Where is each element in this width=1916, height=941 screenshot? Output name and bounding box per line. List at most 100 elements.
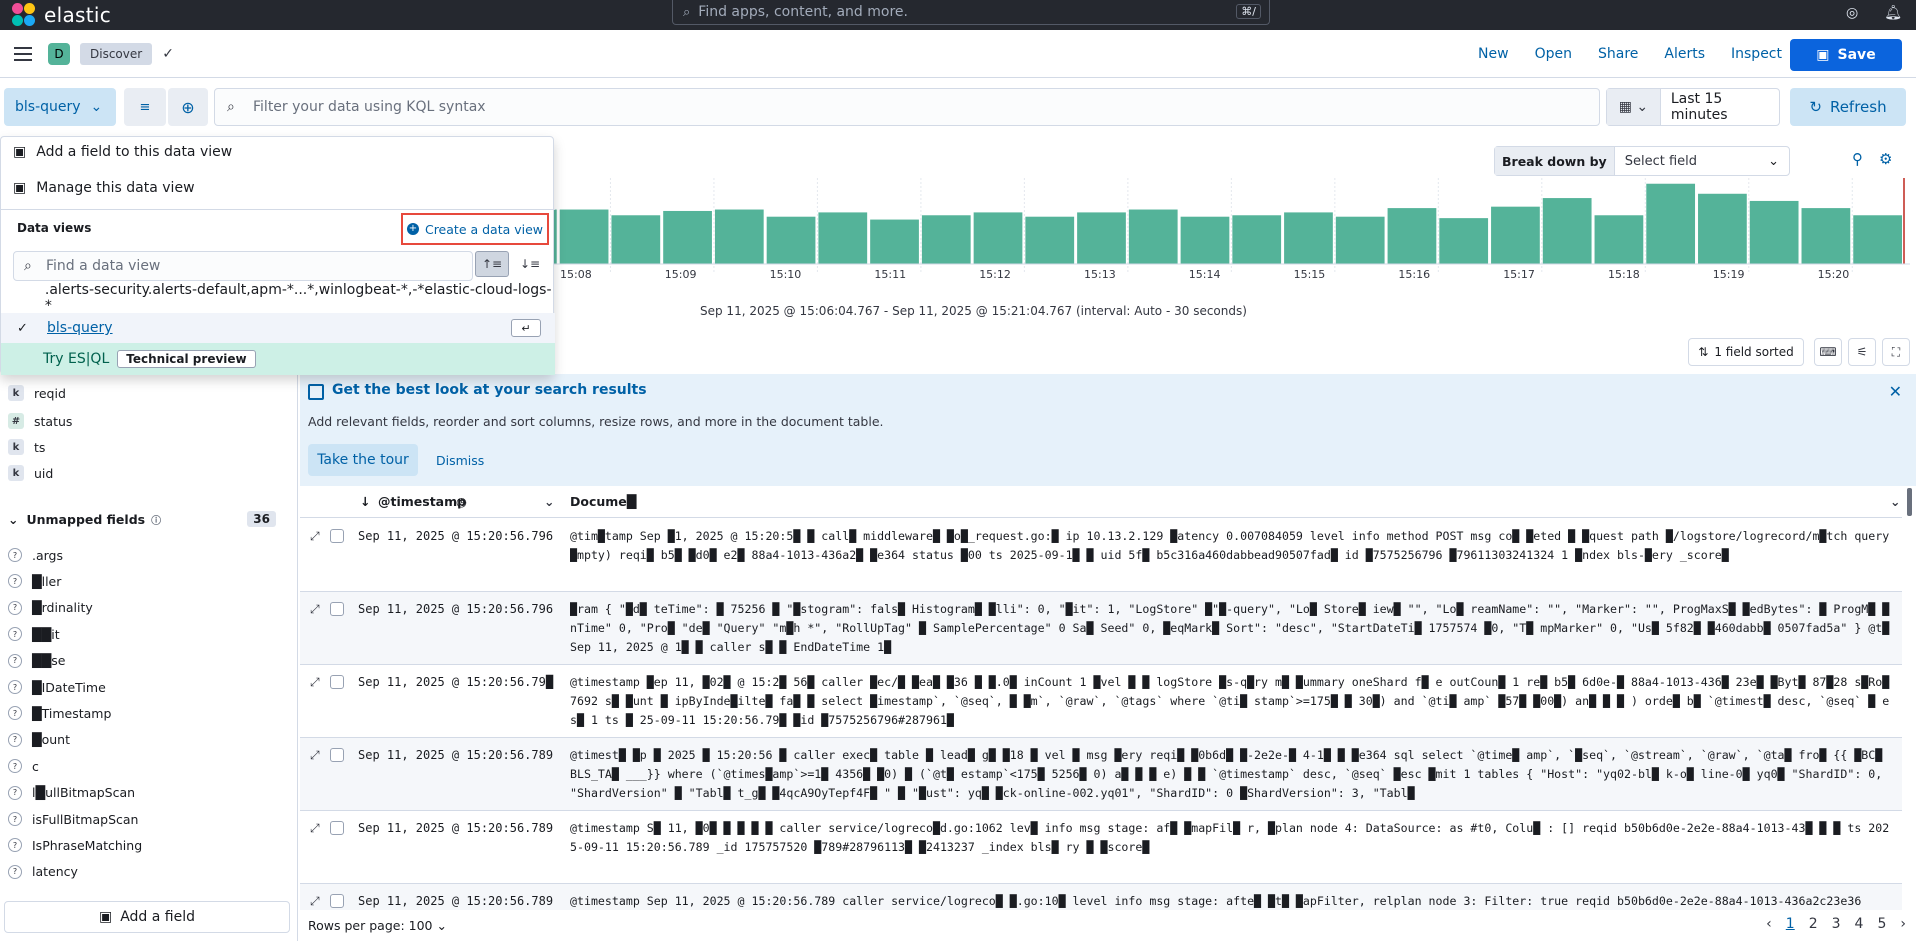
dismiss-button[interactable]: Dismiss	[436, 444, 484, 476]
histogram-bar[interactable]	[1542, 198, 1592, 264]
histogram-bar[interactable]	[663, 210, 712, 264]
keyboard-icon[interactable]: ⌨	[1814, 338, 1842, 366]
unmapped-field-item[interactable]: ? ██se	[8, 650, 65, 672]
column-header-timestamp[interactable]: @timestamp	[378, 494, 466, 509]
histogram-bar[interactable]	[611, 215, 661, 264]
try-esql-option[interactable]: Try ES|QL Technical preview	[1, 343, 555, 375]
field-item[interactable]: k ts	[8, 436, 45, 458]
sort-descending-icon[interactable]: ↓≡	[513, 251, 547, 277]
unmapped-field-item[interactable]: ? █ller	[8, 570, 61, 592]
histogram-bar[interactable]	[1335, 216, 1385, 264]
field-item[interactable]: # status	[8, 410, 72, 432]
unmapped-field-item[interactable]: ? ██it	[8, 623, 60, 645]
global-search-input[interactable]: ⌕ Find apps, content, and more. ⌘/	[672, 0, 1270, 25]
find-data-view-input[interactable]: ⌕ Find a data view	[13, 251, 473, 281]
histogram-bar[interactable]	[1180, 216, 1230, 264]
page-3[interactable]: 3	[1832, 916, 1841, 932]
open-button[interactable]: Open	[1535, 46, 1572, 62]
histogram-bar[interactable]	[766, 216, 816, 264]
alerts-button[interactable]: Alerts	[1664, 46, 1705, 62]
page-5[interactable]: 5	[1877, 916, 1886, 932]
unmapped-field-item[interactable]: ? IsPhraseMatching	[8, 834, 142, 856]
histogram-bar[interactable]	[870, 219, 919, 264]
chevron-down-icon[interactable]: ⌄	[1890, 494, 1900, 509]
histogram-bar[interactable]	[1749, 200, 1799, 264]
space-avatar[interactable]: D	[48, 42, 70, 65]
field-item[interactable]: k uid	[8, 462, 53, 484]
histogram-bar[interactable]	[1128, 209, 1178, 264]
chevron-down-icon[interactable]: ⌄	[544, 494, 554, 509]
expand-icon[interactable]: ⤢	[310, 675, 320, 690]
expand-icon[interactable]: ⤢	[310, 748, 320, 763]
elastic-logo[interactable]: elastic	[12, 3, 111, 27]
page-1[interactable]: 1	[1786, 916, 1795, 932]
expand-icon[interactable]: ⤢	[310, 529, 320, 544]
next-page-icon[interactable]: ›	[1900, 916, 1906, 932]
histogram-bar[interactable]	[1439, 218, 1489, 264]
expand-icon[interactable]: ⤢	[310, 602, 320, 617]
display-settings-icon[interactable]: ⚟	[1848, 338, 1876, 366]
inspect-button[interactable]: Inspect	[1731, 46, 1782, 62]
expand-icon[interactable]: ⤢	[310, 821, 320, 836]
date-picker[interactable]: ▦ ⌄ Last 15 minutes	[1606, 88, 1780, 126]
notifications-icon[interactable]: 🔔︎	[1884, 5, 1902, 21]
add-field-menu-item[interactable]: ▣ Add a field to this data view	[13, 141, 232, 163]
create-data-view-button[interactable]: + Create a data view	[401, 213, 549, 245]
table-row[interactable]: ⤢ Sep 11, 2025 @ 15:20:56.789 @timestamp S…	[300, 884, 1902, 910]
row-checkbox[interactable]	[330, 894, 344, 908]
add-field-button[interactable]: ▣ Add a field	[4, 901, 290, 933]
row-checkbox[interactable]	[330, 821, 344, 835]
fullscreen-icon[interactable]: ⛶	[1882, 338, 1910, 366]
add-filter-button[interactable]: ⊕	[168, 88, 208, 126]
row-checkbox[interactable]	[330, 529, 344, 543]
calendar-icon[interactable]: ▦ ⌄	[1607, 89, 1661, 125]
page-2[interactable]: 2	[1809, 916, 1818, 932]
save-button[interactable]: ▣ Save	[1790, 39, 1902, 71]
chart-options-icon[interactable]: ⚲	[1852, 150, 1863, 168]
row-checkbox[interactable]	[330, 748, 344, 762]
help-icon[interactable]: ◎	[1846, 5, 1858, 21]
unmapped-field-item[interactable]: ? █Timestamp	[8, 702, 111, 724]
unmapped-field-item[interactable]: ? .args	[8, 544, 63, 566]
histogram-bar[interactable]	[973, 212, 1023, 264]
data-view-picker[interactable]: bls-query ⌄	[4, 88, 116, 126]
filter-menu-button[interactable]: ≡	[124, 88, 166, 126]
field-item[interactable]: k reqid	[8, 382, 66, 404]
unmapped-field-item[interactable]: ? isFullBitmapScan	[8, 808, 138, 830]
table-row[interactable]: ⤢ Sep 11, 2025 @ 15:20:56.789 @timestamp S…	[300, 811, 1902, 884]
unmapped-fields-header[interactable]: ⌄ Unmapped fields ⓘ 36	[8, 508, 276, 530]
histogram-bar[interactable]	[1646, 183, 1696, 264]
histogram-bar[interactable]	[1491, 206, 1540, 264]
histogram-bar[interactable]	[921, 215, 971, 264]
data-view-option[interactable]: .alerts-security.alerts-default,apm-*...…	[1, 282, 555, 314]
page-4[interactable]: 4	[1855, 916, 1864, 932]
histogram-bar[interactable]	[818, 212, 868, 264]
rows-per-page-select[interactable]: Rows per page: 100 ⌄	[308, 918, 447, 933]
histogram-bar[interactable]	[559, 209, 609, 264]
new-button[interactable]: New	[1478, 46, 1509, 62]
histogram-bar[interactable]	[1801, 208, 1851, 264]
share-button[interactable]: Share	[1598, 46, 1638, 62]
histogram-bar[interactable]	[1077, 212, 1126, 264]
close-icon[interactable]: ✕	[1889, 382, 1902, 401]
histogram-bar[interactable]	[1853, 215, 1902, 264]
histogram-bar[interactable]	[1594, 215, 1644, 264]
unmapped-field-item[interactable]: ? █ount	[8, 729, 70, 751]
gear-icon[interactable]: ⚙	[1879, 150, 1892, 168]
manage-data-view-menu-item[interactable]: ▣ Manage this data view	[13, 177, 195, 199]
table-row[interactable]: ⤢ Sep 11, 2025 @ 15:20:56.789 @timest█ █p …	[300, 738, 1902, 811]
table-row[interactable]: ⤢ Sep 11, 2025 @ 15:20:56.796 @tim█tamp Se…	[300, 519, 1902, 592]
breakdown-select[interactable]: Break down by Select field ⌄	[1494, 146, 1790, 176]
take-tour-button[interactable]: Take the tour	[308, 444, 418, 476]
unmapped-field-item[interactable]: ? █rdinality	[8, 597, 93, 619]
histogram-bar[interactable]	[1284, 212, 1333, 264]
row-checkbox[interactable]	[330, 602, 344, 616]
kql-search-input[interactable]: ⌕ Filter your data using KQL syntax	[214, 88, 1600, 126]
data-view-option-selected[interactable]: ✓ bls-query ↵	[1, 313, 555, 343]
unmapped-field-item[interactable]: ? c	[8, 755, 39, 777]
unmapped-field-item[interactable]: ? latency	[8, 861, 78, 883]
grid-scrollbar[interactable]	[1907, 488, 1912, 516]
table-row[interactable]: ⤢ Sep 11, 2025 @ 15:20:56.79█ @timestamp █…	[300, 665, 1902, 738]
sort-desc-icon[interactable]: ↓	[360, 494, 370, 509]
breadcrumb-discover[interactable]: Discover	[80, 42, 153, 65]
